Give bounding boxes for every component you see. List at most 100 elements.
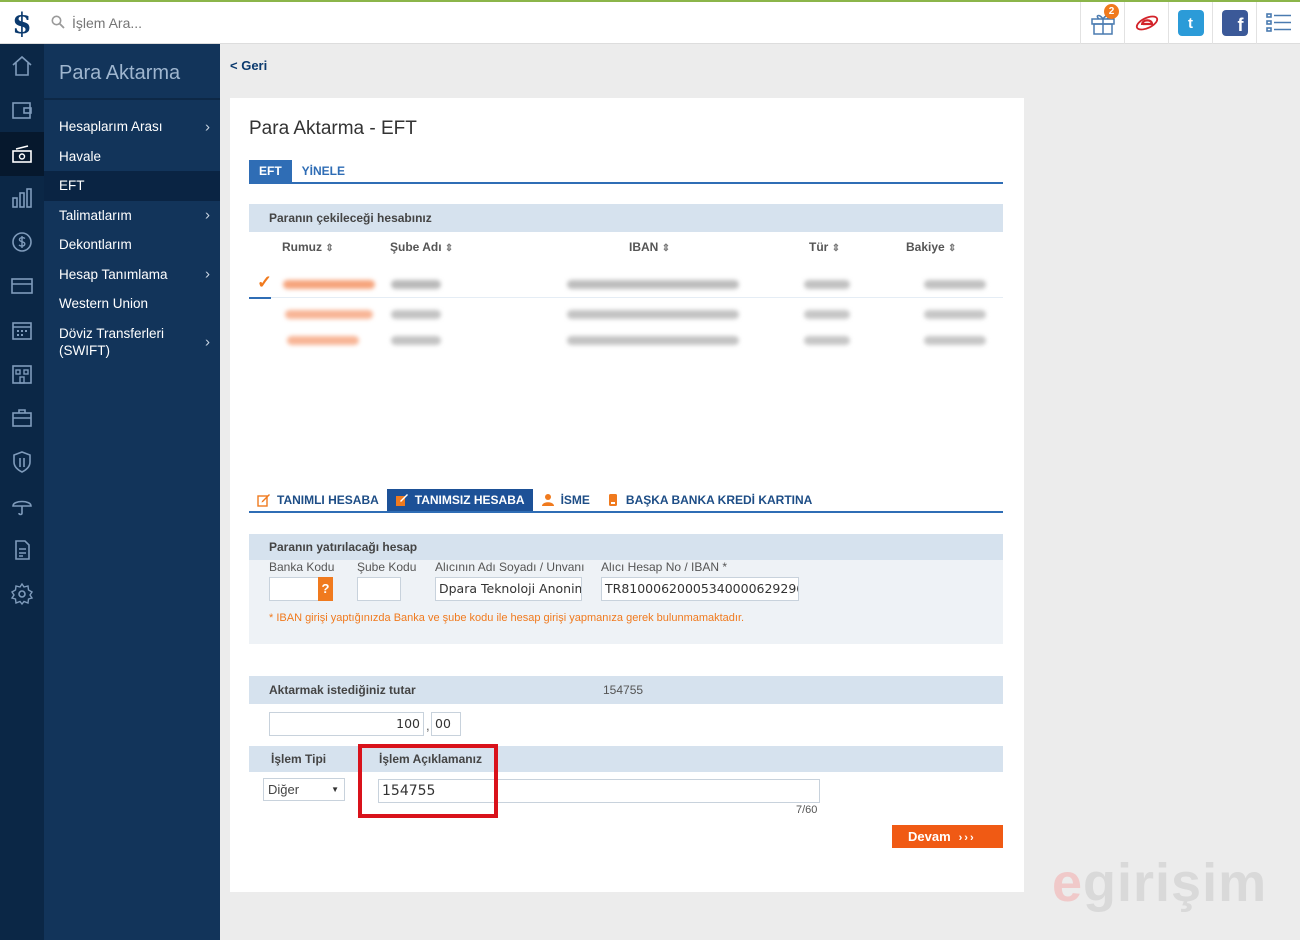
- chevron-right-icon: ›: [205, 206, 210, 224]
- sidebar-item-swift[interactable]: Döviz Transferleri (SWIFT) ›: [44, 319, 220, 365]
- browser-e-icon: [1135, 15, 1158, 31]
- account-row[interactable]: [249, 326, 1003, 354]
- continue-button[interactable]: Devam ›››: [892, 825, 1003, 848]
- amount-header: Aktarmak istediğiniz tutar 154755: [249, 676, 1003, 704]
- notification-badge: 2: [1104, 4, 1119, 19]
- branch-code-field[interactable]: [357, 577, 401, 601]
- amount-whole-field[interactable]: 100: [269, 712, 424, 736]
- tab-label: İSME: [560, 493, 590, 507]
- search-icon: [44, 15, 72, 32]
- rail-settings[interactable]: [0, 572, 44, 616]
- column-header-balance[interactable]: Bakiye ⇕: [906, 240, 956, 254]
- blurred-nickname: [287, 336, 359, 345]
- account-row[interactable]: ✓: [249, 270, 1003, 299]
- tab-undefined-account[interactable]: TANIMSIZ HESABA: [386, 489, 533, 511]
- sort-icon: ⇕: [948, 243, 957, 254]
- amount-cents-field[interactable]: 00: [431, 712, 461, 736]
- operation-type-select[interactable]: Diğer ▼: [263, 778, 345, 801]
- recipient-name-field[interactable]: Dpara Teknoloji Anonim: [435, 577, 582, 601]
- iban-info-note: * IBAN girişi yaptığınızda Banka ve şube…: [269, 612, 745, 624]
- selection-marker: [249, 297, 271, 299]
- sort-icon: ⇕: [325, 243, 334, 254]
- blurred-type: [804, 336, 850, 345]
- briefcase-icon: [12, 409, 32, 427]
- amount-display: 154755: [603, 683, 644, 697]
- sort-icon: ⇕: [661, 243, 671, 254]
- menu-button[interactable]: [1256, 2, 1300, 44]
- facebook-icon: f: [1221, 10, 1248, 36]
- rail-umbrella[interactable]: [0, 484, 44, 528]
- column-header-type[interactable]: Tür ⇕: [809, 240, 840, 254]
- sidebar-item-eft[interactable]: EFT: [44, 171, 220, 201]
- bank-code-label: Banka Kodu: [269, 560, 335, 574]
- watermark-logo: egirişim: [1052, 852, 1267, 914]
- bank-code-field[interactable]: [269, 577, 319, 601]
- rail-accounts[interactable]: [0, 88, 44, 132]
- operation-type-value: Diğer: [268, 782, 300, 797]
- target-tabs: TANIMLI HESABA TANIMSIZ HESABA İSME BAŞK…: [249, 489, 1003, 513]
- blurred-type: [804, 280, 850, 289]
- column-header-label: Şube Adı: [390, 240, 442, 254]
- chevron-right-icon: ›: [205, 118, 210, 136]
- rail-institutions[interactable]: [0, 352, 44, 396]
- blurred-branch: [391, 336, 441, 345]
- sidebar-item-label: Havale: [59, 148, 102, 164]
- sort-icon: ⇕: [831, 243, 841, 254]
- facebook-button[interactable]: f: [1212, 2, 1256, 44]
- tab-defined-account[interactable]: TANIMLI HESABA: [249, 489, 387, 511]
- rail-briefcase[interactable]: [0, 396, 44, 440]
- operation-type-label: İşlem Tipi: [271, 752, 327, 766]
- sidebar-item-havale[interactable]: Havale: [44, 142, 220, 172]
- ie-button[interactable]: [1124, 2, 1168, 44]
- side-menu: Para Aktarma Hesaplarım Arası › Havale EF…: [44, 44, 220, 940]
- umbrella-icon: [12, 500, 32, 516]
- sidebar-item-western-union[interactable]: Western Union: [44, 289, 220, 319]
- tab-to-name[interactable]: İSME: [533, 489, 598, 511]
- side-menu-list: Hesaplarım Arası › Havale EFT Talimatları…: [44, 112, 220, 365]
- sidebar-item-receipts[interactable]: Dekontlarım: [44, 230, 220, 260]
- bank-code-help-button[interactable]: ?: [318, 577, 333, 601]
- tab-eft[interactable]: EFT: [249, 160, 292, 182]
- column-header-iban[interactable]: IBAN ⇕: [629, 240, 670, 254]
- rail-payments[interactable]: [0, 308, 44, 352]
- tab-repeat[interactable]: YİNELE: [292, 160, 355, 182]
- rail-home[interactable]: [0, 44, 44, 88]
- back-link[interactable]: < Geri: [230, 58, 267, 73]
- recipient-name-label: Alıcının Adı Soyadı / Unvanı: [435, 560, 585, 574]
- sidebar-item-own-accounts[interactable]: Hesaplarım Arası ›: [44, 112, 220, 142]
- account-row[interactable]: [249, 300, 1003, 328]
- rail-transfer[interactable]: [0, 132, 44, 176]
- search-bar: [44, 2, 644, 44]
- column-header-branch[interactable]: Şube Adı ⇕: [390, 240, 453, 254]
- rail-cards[interactable]: [0, 264, 44, 308]
- sidebar-item-instructions[interactable]: Talimatlarım ›: [44, 201, 220, 231]
- sidebar-item-account-definition[interactable]: Hesap Tanımlama ›: [44, 260, 220, 290]
- column-header-nickname[interactable]: Rumuz ⇕: [282, 240, 334, 254]
- tab-other-bank-card[interactable]: BAŞKA BANKA KREDİ KARTINA: [598, 489, 820, 511]
- column-header-label: IBAN: [629, 240, 659, 254]
- watermark-first-letter: e: [1052, 853, 1084, 913]
- bank-logo[interactable]: $: [0, 2, 44, 44]
- gift-button[interactable]: 2: [1080, 2, 1124, 44]
- twitter-button[interactable]: t: [1168, 2, 1212, 44]
- document-icon: [15, 540, 30, 560]
- blurred-nickname: [283, 280, 375, 289]
- sidebar-item-label: Döviz Transferleri (SWIFT): [59, 325, 165, 358]
- blurred-nickname: [285, 310, 373, 319]
- sidebar-item-label: EFT: [59, 178, 85, 194]
- source-account-header: Paranın çekileceği hesabınız: [249, 204, 1003, 232]
- watermark-rest: girişim: [1083, 853, 1268, 913]
- search-input[interactable]: [72, 15, 472, 31]
- rail-insurance[interactable]: [0, 440, 44, 484]
- edit-icon: [257, 494, 270, 507]
- iban-field[interactable]: TR810006200053400006292960: [601, 577, 799, 601]
- coin-icon: [12, 232, 32, 252]
- rail-currency[interactable]: [0, 220, 44, 264]
- chevron-right-icon: ›: [205, 333, 210, 350]
- rail-documents[interactable]: [0, 528, 44, 572]
- rail-investments[interactable]: [0, 176, 44, 220]
- highlight-box: [358, 744, 498, 818]
- blurred-balance: [924, 280, 986, 289]
- iban-label: Alıcı Hesap No / IBAN *: [601, 560, 728, 574]
- gear-icon: [10, 582, 34, 606]
